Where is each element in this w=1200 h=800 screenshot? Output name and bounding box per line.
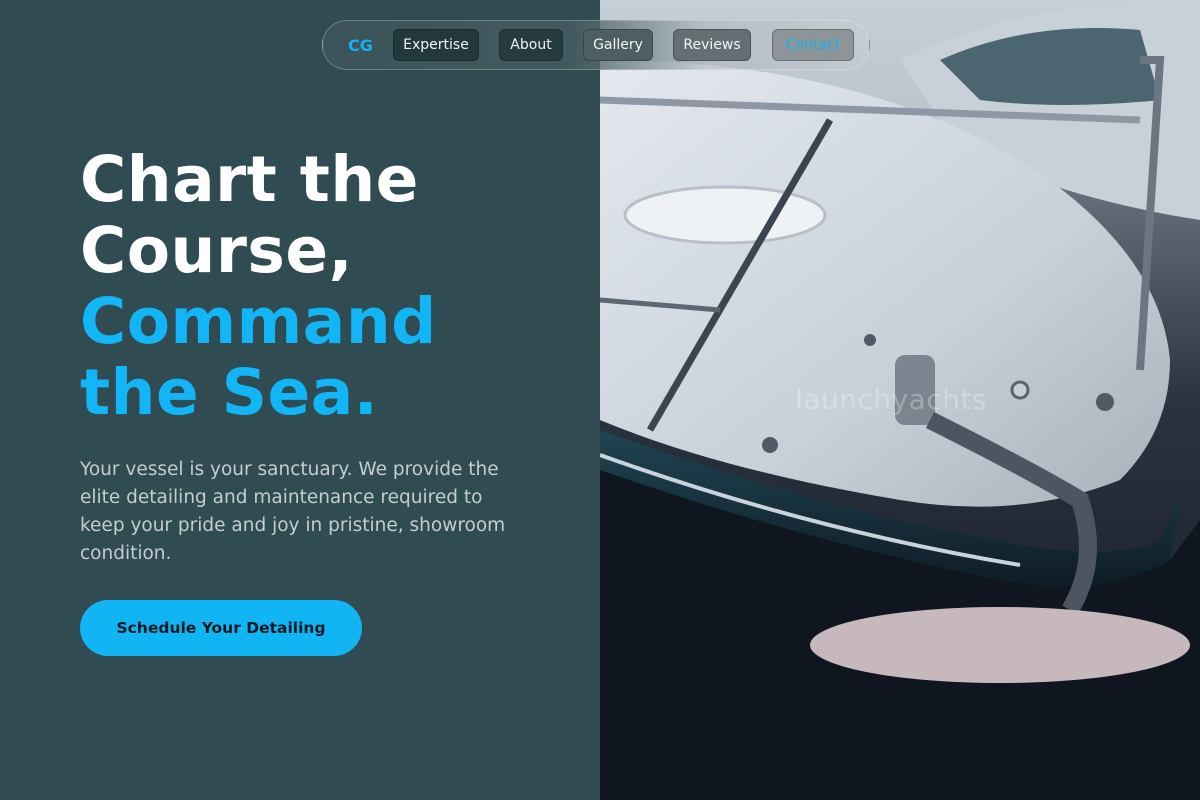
headline-line-3: Command	[80, 285, 437, 358]
schedule-detailing-button[interactable]: Schedule Your Detailing	[80, 600, 362, 656]
hero-boat-image: launchyachts	[600, 0, 1200, 800]
top-navigation: CG Expertise About Gallery Reviews Conta…	[322, 20, 870, 70]
nav-reviews[interactable]: Reviews	[673, 29, 751, 61]
nav-gallery[interactable]: Gallery	[583, 29, 653, 61]
headline-line-2: Course,	[80, 214, 354, 287]
nav-expertise[interactable]: Expertise	[393, 29, 479, 61]
brand-logo[interactable]: CG	[348, 36, 373, 55]
hero-headline: Chart the Course, Command the Sea.	[80, 144, 437, 428]
nav-contact[interactable]: Contact	[772, 29, 854, 61]
nav-about[interactable]: About	[499, 29, 563, 61]
headline-line-4: the Sea.	[80, 356, 379, 429]
hero-left-panel: Chart the Course, Command the Sea. Your …	[0, 0, 600, 800]
hero-description: Your vessel is your sanctuary. We provid…	[80, 459, 506, 564]
headline-line-1: Chart the	[80, 143, 419, 216]
image-watermark: launchyachts	[795, 383, 988, 416]
